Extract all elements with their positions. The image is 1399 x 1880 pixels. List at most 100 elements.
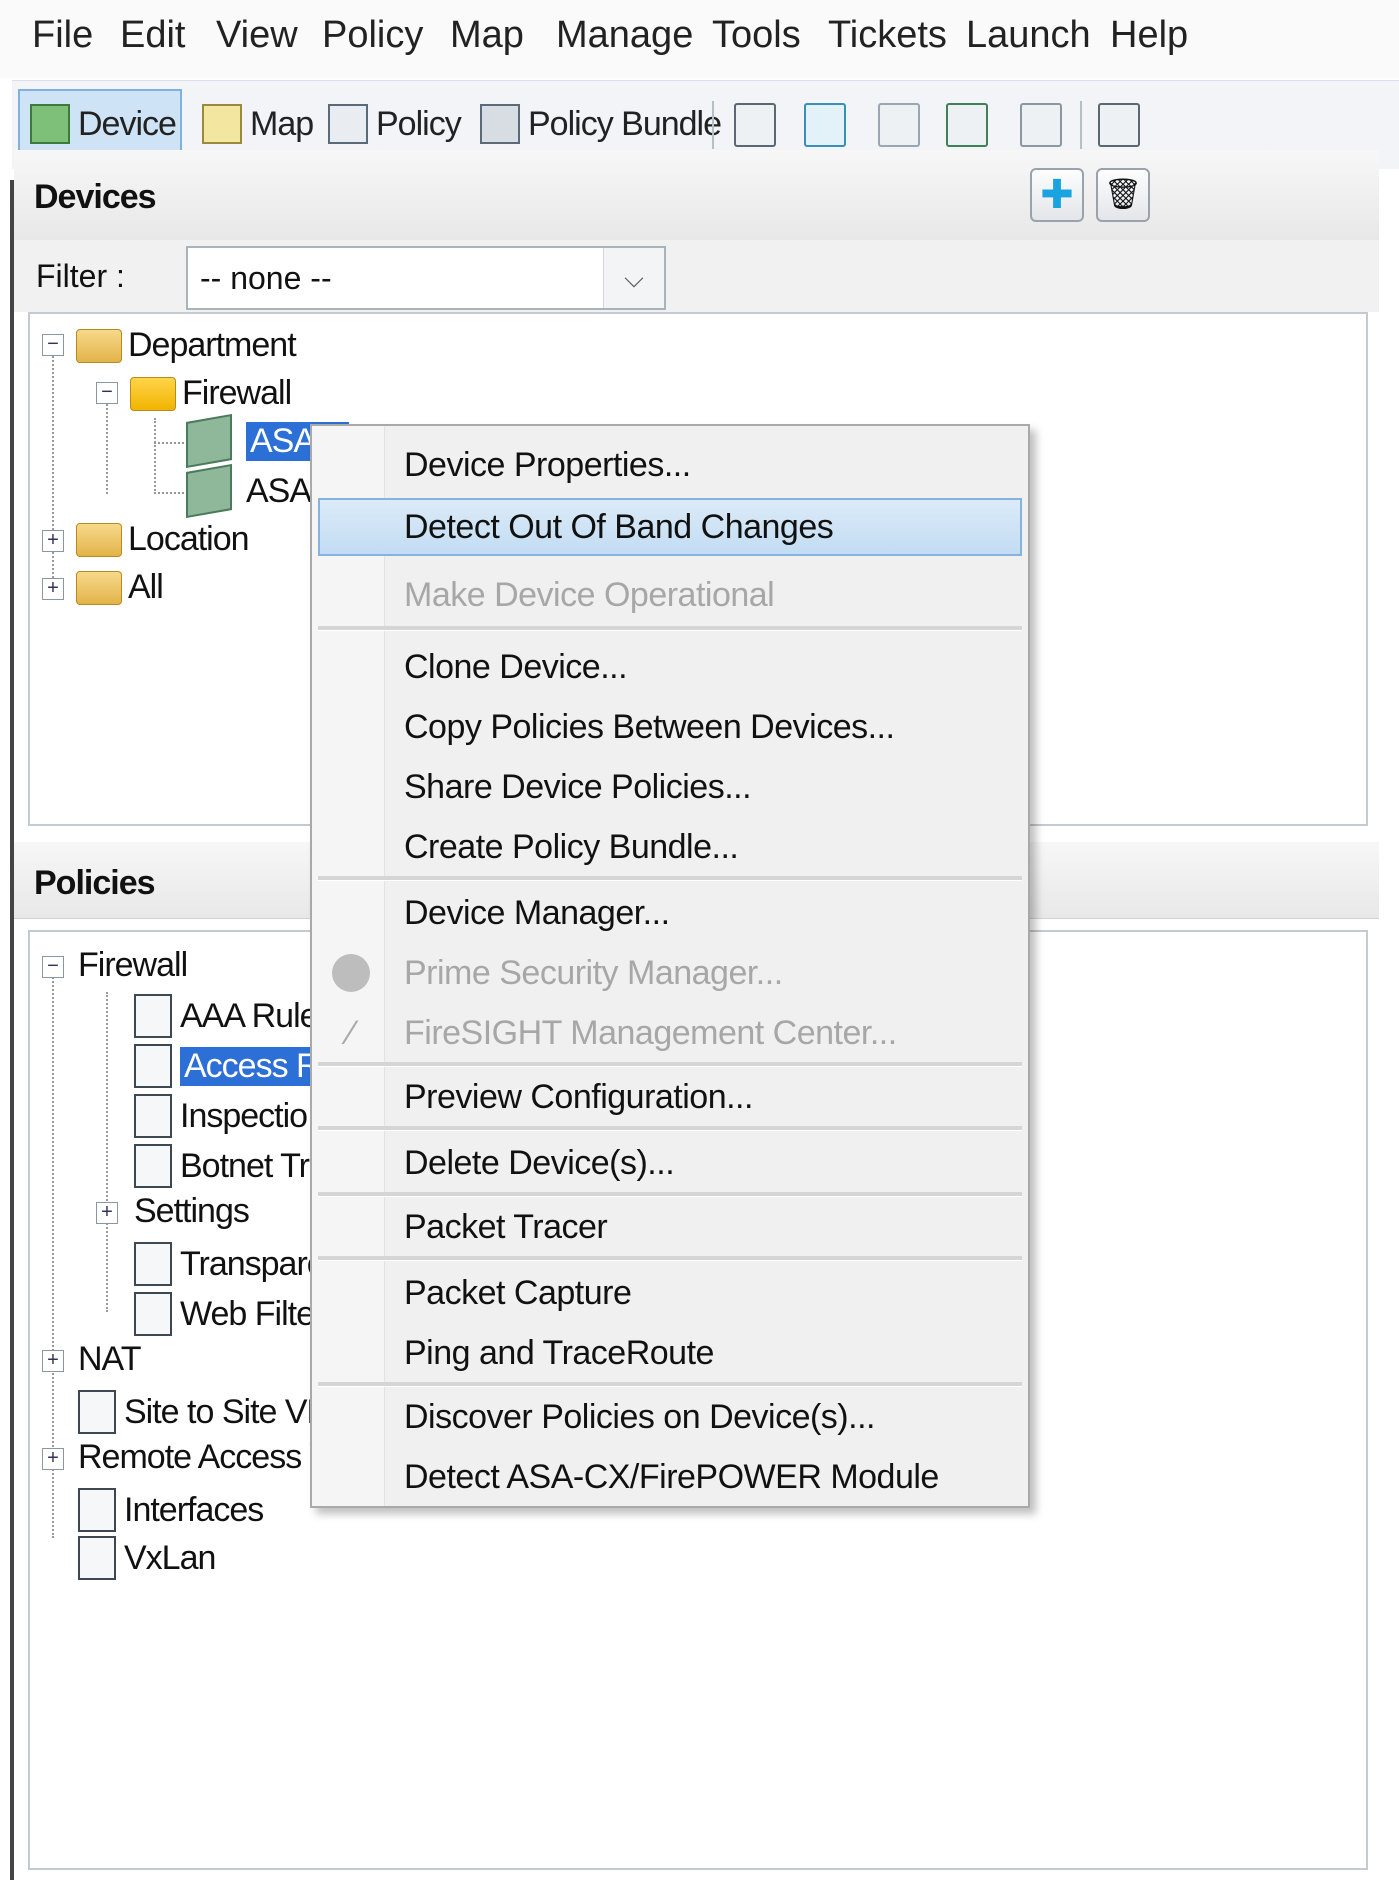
tree-node-department[interactable]: Department bbox=[76, 326, 297, 365]
filter-bar: Filter : -- none -- ⌵ bbox=[14, 240, 1379, 312]
tree-label: All bbox=[128, 568, 164, 606]
map-view-button[interactable]: Map bbox=[192, 89, 314, 159]
policy-bundle-view-button[interactable]: Policy Bundle bbox=[470, 89, 722, 159]
network-icon[interactable] bbox=[804, 103, 846, 147]
menu-item-device-manager[interactable]: Device Manager... bbox=[318, 884, 1022, 942]
collapse-icon[interactable]: − bbox=[96, 382, 118, 404]
tree-node-site-to-site[interactable]: Site to Site VP bbox=[78, 1390, 329, 1434]
tree-node-web-filter[interactable]: Web Filte bbox=[134, 1292, 315, 1336]
policies-panel-title: Policies bbox=[34, 864, 156, 902]
menu-bar: File Edit View Policy Map Manage Tools T… bbox=[0, 0, 1399, 78]
menu-view[interactable]: View bbox=[216, 14, 298, 57]
collapse-icon[interactable]: − bbox=[42, 956, 64, 978]
menu-item-clone-device[interactable]: Clone Device... bbox=[318, 638, 1022, 696]
menu-item-label: Share Device Policies... bbox=[404, 768, 752, 806]
tree-node-botnet[interactable]: Botnet Tr bbox=[134, 1144, 310, 1188]
map-icon bbox=[202, 104, 242, 144]
menu-item-copy-policies[interactable]: Copy Policies Between Devices... bbox=[318, 698, 1022, 756]
expand-icon[interactable]: + bbox=[42, 1448, 64, 1470]
tree-label: Botnet Tr bbox=[180, 1146, 310, 1185]
menu-tools[interactable]: Tools bbox=[712, 14, 801, 57]
tree-node-vxlan[interactable]: VxLan bbox=[78, 1536, 216, 1580]
filter-value: -- none -- bbox=[200, 260, 332, 296]
folder-icon bbox=[76, 522, 122, 557]
report-icon[interactable] bbox=[1020, 103, 1062, 147]
tree-node-nat[interactable]: NAT bbox=[78, 1340, 141, 1379]
menu-item-label: Preview Configuration... bbox=[404, 1078, 753, 1116]
menu-item-share-policies[interactable]: Share Device Policies... bbox=[318, 758, 1022, 816]
policy-page-icon bbox=[134, 1044, 172, 1088]
menu-item-make-device-operational: Make Device Operational bbox=[318, 566, 1022, 624]
menu-item-discover-policies[interactable]: Discover Policies on Device(s)... bbox=[318, 1388, 1022, 1446]
policy-page-icon bbox=[78, 1488, 116, 1532]
add-device-button[interactable]: ✚ bbox=[1030, 168, 1084, 222]
menu-policy[interactable]: Policy bbox=[322, 14, 423, 57]
tree-node-asa-2[interactable]: ASA bbox=[186, 463, 312, 519]
filter-select[interactable]: -- none -- ⌵ bbox=[186, 246, 666, 310]
menu-item-label: Discover Policies on Device(s)... bbox=[404, 1398, 875, 1436]
tree-node-aaa-rules[interactable]: AAA Rule bbox=[134, 994, 319, 1038]
menu-manage[interactable]: Manage bbox=[556, 14, 693, 57]
expand-icon[interactable]: + bbox=[42, 530, 64, 552]
folder-icon bbox=[76, 570, 122, 605]
delete-device-button[interactable]: 🗑 bbox=[1096, 168, 1150, 222]
menu-separator bbox=[318, 876, 1022, 881]
new-document-icon[interactable] bbox=[1098, 103, 1140, 147]
expand-icon[interactable]: + bbox=[96, 1202, 118, 1224]
folder-icon bbox=[76, 328, 122, 363]
tree-node-interfaces[interactable]: Interfaces bbox=[78, 1488, 264, 1532]
device-view-button[interactable]: Device bbox=[18, 89, 182, 159]
menu-item-ping-traceroute[interactable]: Ping and TraceRoute bbox=[318, 1324, 1022, 1382]
menu-item-label: Copy Policies Between Devices... bbox=[404, 708, 895, 746]
menu-item-device-properties[interactable]: Device Properties... bbox=[318, 436, 1022, 494]
tree-node-firewall-policies[interactable]: Firewall bbox=[78, 946, 188, 985]
menu-item-packet-capture[interactable]: Packet Capture bbox=[318, 1264, 1022, 1322]
collapse-icon[interactable]: − bbox=[42, 334, 64, 356]
tree-node-inspection[interactable]: Inspectio bbox=[134, 1094, 308, 1138]
menu-edit[interactable]: Edit bbox=[120, 14, 185, 57]
menu-item-packet-tracer[interactable]: Packet Tracer bbox=[318, 1198, 1022, 1256]
menu-file[interactable]: File bbox=[32, 14, 93, 57]
tree-node-firewall[interactable]: Firewall bbox=[130, 374, 292, 413]
tree-node-transparent[interactable]: Transpare bbox=[134, 1242, 326, 1286]
menu-item-prime-security-manager: Prime Security Manager... bbox=[318, 944, 1022, 1002]
tree-node-location[interactable]: Location bbox=[76, 520, 250, 559]
tree-label: Site to Site VP bbox=[124, 1392, 329, 1431]
policy-bundle-icon bbox=[480, 104, 520, 144]
policy-page-icon bbox=[134, 1094, 172, 1138]
expand-icon[interactable]: + bbox=[42, 1350, 64, 1372]
device-context-menu: Device Properties... Detect Out Of Band … bbox=[310, 424, 1030, 1508]
toolbar-separator bbox=[1080, 101, 1082, 149]
submit-icon[interactable] bbox=[946, 103, 988, 147]
menu-item-label: Clone Device... bbox=[404, 648, 628, 686]
menu-item-label: Packet Capture bbox=[404, 1274, 632, 1312]
tree-label: AAA Rule bbox=[180, 996, 319, 1035]
menu-help[interactable]: Help bbox=[1110, 14, 1188, 57]
policy-bundle-view-label: Policy Bundle bbox=[528, 104, 722, 143]
menu-map[interactable]: Map bbox=[450, 14, 524, 57]
policy-page-icon bbox=[78, 1536, 116, 1580]
chevron-down-icon[interactable]: ⌵ bbox=[603, 248, 664, 308]
menu-item-label: Delete Device(s)... bbox=[404, 1144, 675, 1182]
policy-view-button[interactable]: Policy bbox=[318, 89, 462, 159]
device-icon bbox=[30, 104, 70, 144]
firesight-icon: ⁄ bbox=[348, 1014, 354, 1052]
menu-item-create-policy-bundle[interactable]: Create Policy Bundle... bbox=[318, 818, 1022, 876]
menu-item-label: Packet Tracer bbox=[404, 1208, 608, 1246]
menu-item-detect-out-of-band-changes[interactable]: Detect Out Of Band Changes bbox=[318, 498, 1022, 556]
menu-item-delete-devices[interactable]: Delete Device(s)... bbox=[318, 1134, 1022, 1192]
expand-icon[interactable]: + bbox=[42, 578, 64, 600]
menu-separator bbox=[318, 1256, 1022, 1261]
asa-device-icon bbox=[186, 463, 232, 519]
list-icon[interactable] bbox=[878, 103, 920, 147]
menu-tickets[interactable]: Tickets bbox=[828, 14, 947, 57]
tree-node-all[interactable]: All bbox=[76, 568, 164, 607]
deploy-icon[interactable] bbox=[734, 103, 776, 147]
menu-item-detect-module[interactable]: Detect ASA-CX/FirePOWER Module bbox=[318, 1448, 1022, 1506]
policy-page-icon bbox=[134, 1292, 172, 1336]
trash-icon: 🗑 bbox=[1103, 178, 1143, 211]
tree-node-settings[interactable]: Settings bbox=[134, 1192, 250, 1231]
menu-launch[interactable]: Launch bbox=[966, 14, 1091, 57]
menu-item-preview-configuration[interactable]: Preview Configuration... bbox=[318, 1068, 1022, 1126]
tree-label: VxLan bbox=[124, 1538, 216, 1577]
